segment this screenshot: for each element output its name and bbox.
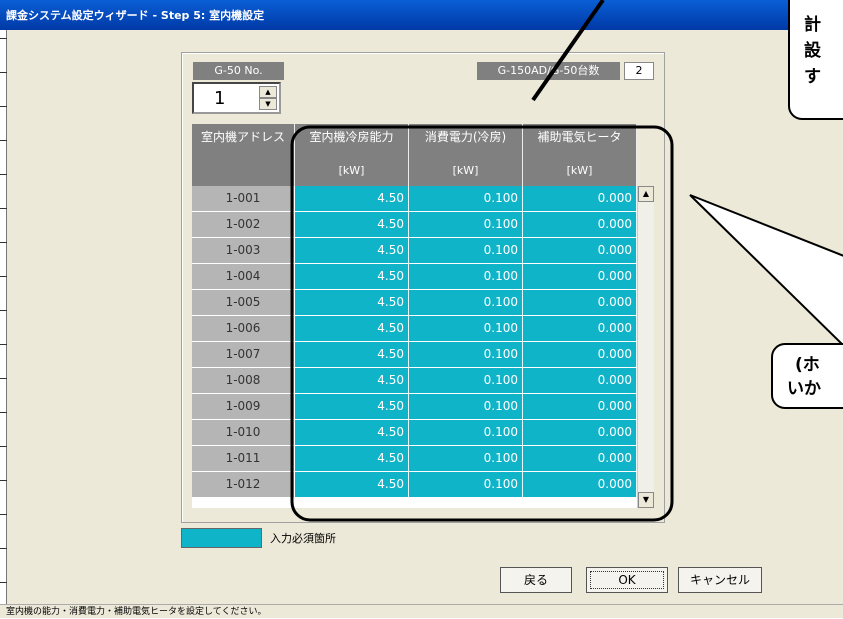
callout-line: いか [787, 379, 821, 399]
callout-line: す [804, 67, 821, 87]
callout-pointer [689, 194, 843, 347]
callout-line: (ホ [795, 355, 820, 375]
annotation-callout-bottom: (ホ いか [771, 343, 843, 409]
highlight-rounded-box [290, 125, 674, 522]
callout-line: 計 [804, 15, 821, 35]
pointer-line-top [531, 0, 605, 102]
annotation-overlay [290, 0, 843, 522]
annotation-callout-top: 計 設 す [788, 0, 843, 120]
callout-line: 設 [804, 41, 821, 61]
